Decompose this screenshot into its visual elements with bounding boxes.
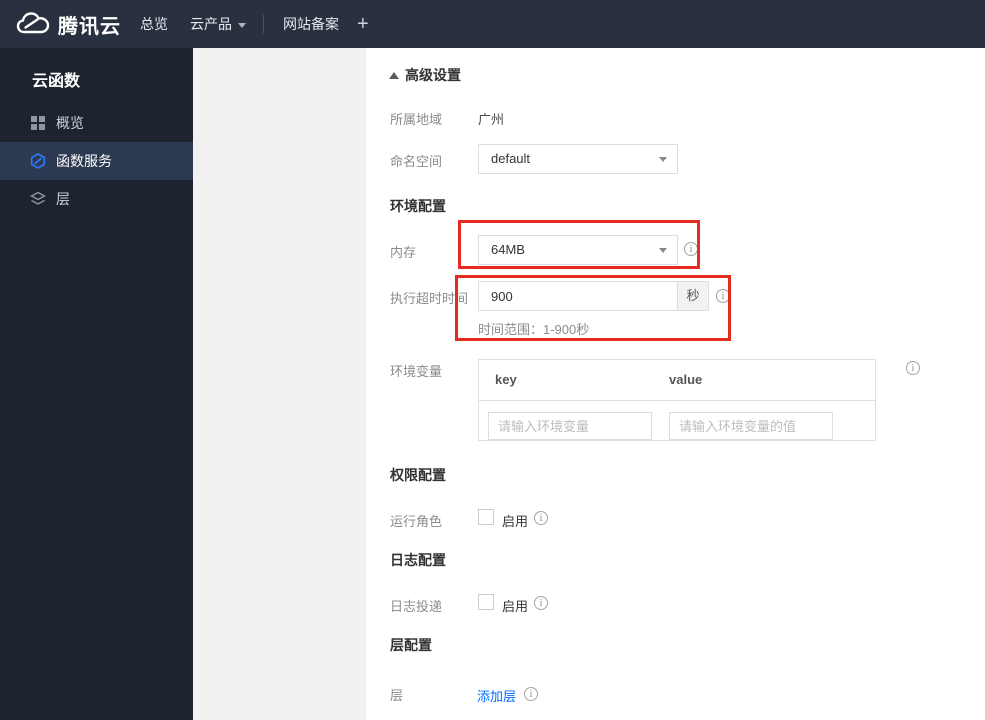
nav-separator	[263, 15, 264, 33]
region-label: 所属地域	[390, 112, 443, 127]
sidebar-item-label: 概览	[56, 115, 84, 131]
env-value-header: value	[669, 372, 703, 387]
env-vars-info-icon[interactable]: i	[906, 361, 920, 375]
timeout-input[interactable]	[479, 282, 677, 310]
timeout-input-group: 秒	[478, 281, 709, 311]
run-role-label: 运行角色	[390, 514, 443, 529]
grid-icon	[31, 116, 45, 130]
nav-icp[interactable]: 网站备案	[283, 0, 339, 48]
run-role-info-icon[interactable]: i	[534, 511, 548, 525]
brand-name: 腾讯云	[58, 15, 121, 38]
perm-config-section-title: 权限配置	[390, 467, 446, 483]
sidebar-item-label: 函数服务	[56, 153, 112, 169]
advanced-settings-toggle[interactable]: 高级设置	[389, 65, 461, 85]
namespace-selected-value: default	[491, 151, 531, 166]
tencent-cloud-console: 腾讯云 总览 云产品 网站备案 + 云函数 概览 函数服务 层 高级设置 所属地…	[0, 0, 985, 720]
timeout-range-hint: 时间范围：1-900秒	[478, 322, 590, 337]
region-value: 广州	[478, 112, 505, 127]
log-delivery-enable-label: 启用	[502, 599, 529, 614]
sidebar-item-function-service[interactable]: 函数服务	[0, 142, 193, 180]
run-role-checkbox[interactable]	[478, 509, 494, 525]
advanced-settings-label: 高级设置	[405, 67, 461, 83]
log-delivery-checkbox[interactable]	[478, 594, 494, 610]
namespace-select[interactable]: default	[478, 144, 678, 174]
chevron-down-icon	[659, 157, 667, 162]
layers-icon	[30, 191, 46, 205]
sidebar-item-layers[interactable]: 层	[0, 180, 193, 218]
timeout-unit-addon: 秒	[677, 282, 708, 310]
sidebar-item-label: 层	[56, 191, 70, 207]
layer-label: 层	[390, 688, 404, 703]
topbar: 腾讯云 总览 云产品 网站备案 +	[0, 0, 985, 48]
chevron-down-icon	[659, 248, 667, 253]
memory-label: 内存	[390, 245, 417, 260]
timeout-info-icon[interactable]: i	[716, 289, 730, 303]
add-tab-button[interactable]: +	[357, 0, 369, 48]
memory-select[interactable]: 64MB	[478, 235, 678, 265]
memory-info-icon[interactable]: i	[684, 242, 698, 256]
chevron-down-icon	[238, 22, 246, 28]
env-value-input[interactable]	[669, 412, 833, 440]
layer-info-icon[interactable]: i	[524, 687, 538, 701]
sidebar: 云函数 概览 函数服务 层	[0, 48, 193, 720]
nav-overview[interactable]: 总览	[140, 0, 168, 48]
env-vars-table: key value	[478, 359, 876, 441]
scf-hexagon-icon	[30, 153, 46, 169]
layer-config-section-title: 层配置	[390, 637, 432, 653]
env-key-header: key	[495, 372, 517, 387]
triangle-up-icon	[389, 72, 399, 79]
log-delivery-label: 日志投递	[390, 599, 443, 614]
sidebar-title: 云函数	[32, 73, 81, 90]
brand[interactable]: 腾讯云	[16, 0, 121, 48]
add-layer-link[interactable]: 添加层	[477, 686, 516, 705]
env-config-section-title: 环境配置	[390, 198, 446, 214]
table-divider	[479, 400, 875, 401]
tencent-cloud-logo-icon	[16, 12, 50, 34]
env-key-input[interactable]	[488, 412, 652, 440]
sidebar-item-overview[interactable]: 概览	[0, 104, 193, 142]
timeout-label: 执行超时时间	[390, 291, 469, 306]
env-vars-label: 环境变量	[390, 364, 443, 379]
nav-products-label: 云产品	[190, 16, 232, 32]
run-role-enable-label: 启用	[502, 514, 529, 529]
log-config-section-title: 日志配置	[390, 552, 446, 568]
log-delivery-info-icon[interactable]: i	[534, 596, 548, 610]
memory-selected-value: 64MB	[491, 242, 525, 257]
nav-products[interactable]: 云产品	[190, 0, 246, 48]
namespace-label: 命名空间	[390, 154, 443, 169]
function-config-panel: 高级设置 所属地域 广州 命名空间 default 环境配置 内存 64MB i…	[366, 48, 985, 720]
secondary-panel	[193, 48, 366, 720]
